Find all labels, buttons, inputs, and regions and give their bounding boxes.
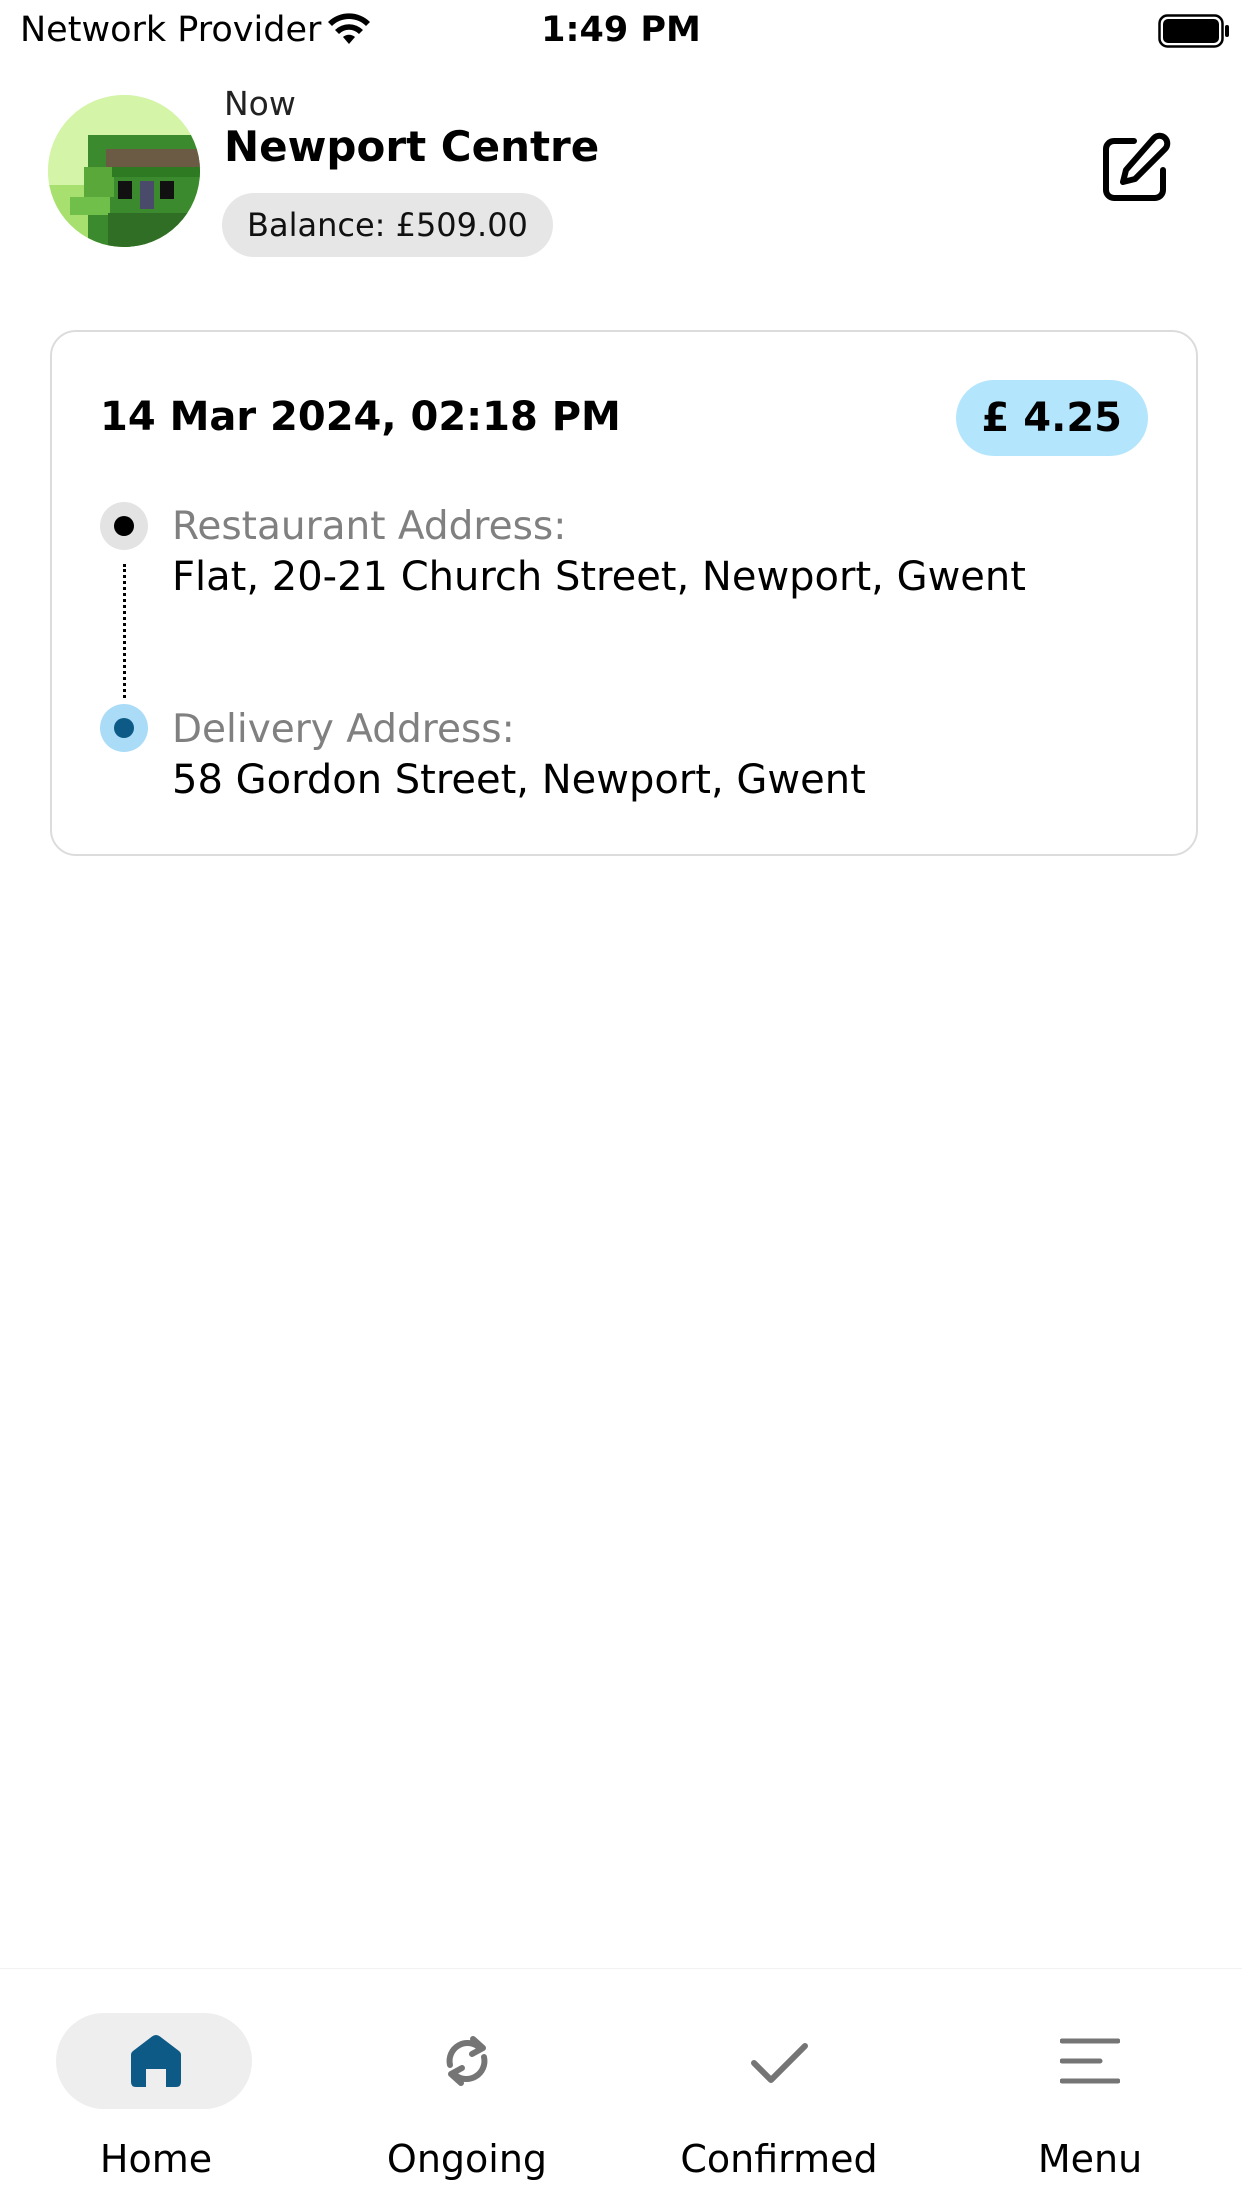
nav-label-menu: Menu bbox=[1037, 2137, 1143, 2181]
battery-icon bbox=[1158, 14, 1229, 48]
restaurant-address-label: Restaurant Address: bbox=[172, 504, 567, 549]
edit-icon[interactable] bbox=[1098, 132, 1172, 206]
delivery-address: 58 Gordon Street, Newport, Gwent bbox=[172, 757, 866, 803]
balance-badge: Balance: £509.00 bbox=[222, 193, 553, 257]
restaurant-avatar[interactable] bbox=[48, 95, 200, 247]
refresh-icon bbox=[446, 2036, 488, 2086]
nav-label-ongoing: Ongoing bbox=[386, 2137, 548, 2181]
bottom-nav: Home Ongoing Confirmed Menu bbox=[0, 1968, 1242, 2208]
nav-label-home: Home bbox=[99, 2137, 213, 2181]
restaurant-marker-icon bbox=[100, 502, 148, 550]
app-screen: Network Provider 1:49 PM Now Newport Cen… bbox=[0, 0, 1242, 2208]
restaurant-name: Newport Centre bbox=[224, 122, 600, 171]
nav-label-confirmed: Confirmed bbox=[680, 2137, 878, 2181]
delivery-address-label: Delivery Address: bbox=[172, 707, 515, 752]
home-icon bbox=[131, 2035, 181, 2087]
check-icon bbox=[751, 2043, 808, 2083]
nav-item-confirmed[interactable]: Confirmed bbox=[624, 1969, 934, 2208]
order-card[interactable]: 14 Mar 2024, 02:18 PM £ 4.25 Restaurant … bbox=[50, 330, 1198, 856]
nav-item-menu[interactable]: Menu bbox=[935, 1969, 1242, 2208]
price-badge: £ 4.25 bbox=[955, 380, 1148, 456]
header-subtitle: Now bbox=[224, 84, 296, 123]
nav-item-home[interactable]: Home bbox=[1, 1969, 311, 2208]
order-date: 14 Mar 2024, 02:18 PM bbox=[100, 394, 621, 440]
menu-icon bbox=[1060, 2038, 1120, 2084]
status-bar: Network Provider 1:49 PM bbox=[0, 0, 1242, 64]
pixel-art-avatar-image bbox=[48, 95, 200, 247]
restaurant-address: Flat, 20-21 Church Street, Newport, Gwen… bbox=[172, 554, 1026, 600]
route-line bbox=[123, 564, 126, 698]
status-time: 1:49 PM bbox=[541, 10, 701, 50]
delivery-marker-icon bbox=[100, 704, 148, 752]
nav-item-ongoing[interactable]: Ongoing bbox=[312, 1969, 622, 2208]
